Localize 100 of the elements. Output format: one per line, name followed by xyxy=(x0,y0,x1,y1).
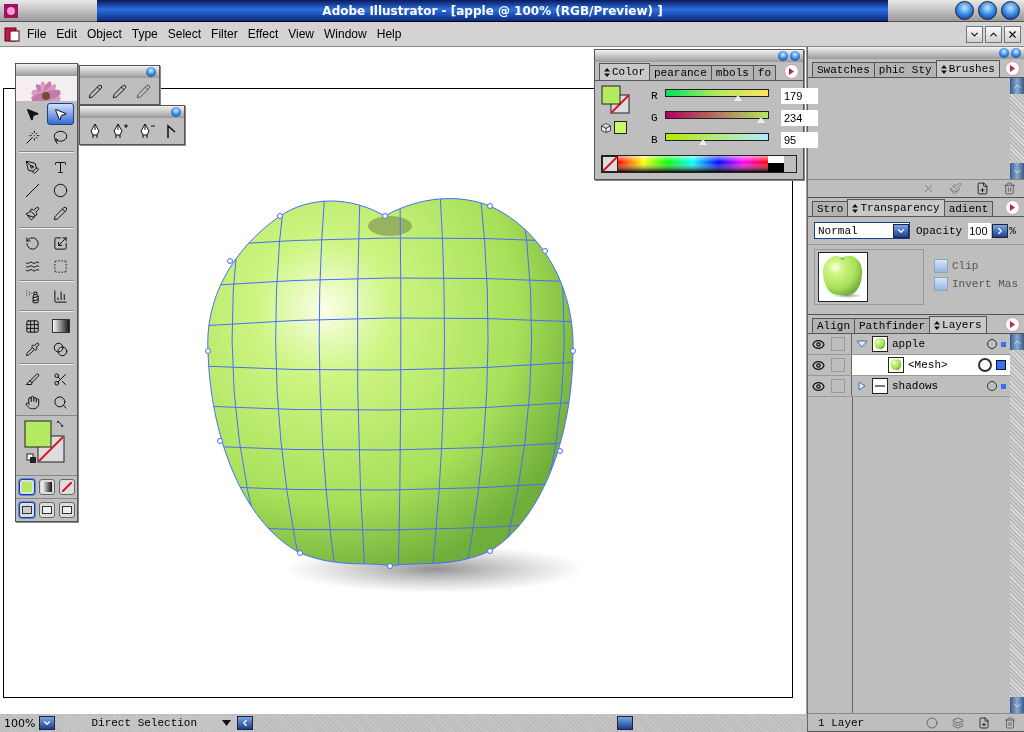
menu-item[interactable]: Select xyxy=(162,25,207,43)
panel-tab[interactable]: phic Sty xyxy=(873,62,937,77)
layer-thumbnail xyxy=(872,378,888,394)
checkbox[interactable] xyxy=(934,259,948,273)
menu-item[interactable]: Help xyxy=(371,25,407,43)
web-safe-swatch[interactable] xyxy=(614,121,627,134)
color-slider[interactable] xyxy=(665,111,769,125)
channel-value-field[interactable]: 179 xyxy=(781,88,818,104)
fill-stroke-swatches[interactable] xyxy=(601,85,631,115)
menu-item[interactable]: Edit xyxy=(51,25,83,43)
channel-value-field[interactable]: 234 xyxy=(781,110,818,126)
layer-row[interactable]: apple xyxy=(808,334,1010,355)
knife-icon xyxy=(25,371,40,387)
lock-toggle[interactable] xyxy=(831,358,845,372)
panel-tab[interactable]: Color xyxy=(599,63,650,80)
panel-title-bar[interactable] xyxy=(595,50,803,62)
menu-item[interactable]: Effect xyxy=(242,25,284,43)
selection-square-icon xyxy=(996,360,1006,370)
channel-label: R xyxy=(651,90,659,102)
panel-tab[interactable]: pearance xyxy=(649,65,712,80)
slider-thumb[interactable] xyxy=(755,117,766,123)
target-circle-icon[interactable] xyxy=(978,358,992,372)
tool-button[interactable] xyxy=(47,103,74,125)
layer-row[interactable]: shadows xyxy=(808,376,1010,397)
screen-mode-button[interactable] xyxy=(38,502,55,518)
lock-toggle[interactable] xyxy=(831,379,845,393)
menu-item[interactable]: Object xyxy=(82,25,127,43)
lock-toggle[interactable] xyxy=(831,337,845,351)
bar-chart-icon xyxy=(53,288,68,304)
zoom-icon xyxy=(53,394,68,410)
panel-menu-button[interactable] xyxy=(1005,60,1020,76)
screen-mode-button[interactable] xyxy=(18,502,35,518)
opacity-field[interactable]: 100 xyxy=(968,222,992,239)
panel-tab[interactable]: adient xyxy=(943,201,994,216)
brush-options-icon xyxy=(949,182,962,195)
menu-item[interactable]: View xyxy=(283,25,320,43)
none-swatch[interactable] xyxy=(602,156,618,172)
menu-item[interactable]: Type xyxy=(126,25,163,43)
expand-triangle-icon[interactable] xyxy=(856,339,868,349)
layer-row[interactable]: <Mesh> xyxy=(808,355,1010,376)
slider-thumb[interactable] xyxy=(732,95,743,101)
selection-square-icon xyxy=(1001,341,1006,347)
maximize-button[interactable] xyxy=(978,1,997,20)
scrollbar[interactable] xyxy=(1010,78,1024,179)
channel-value-field[interactable]: 95 xyxy=(781,132,818,148)
scissors-icon xyxy=(53,371,68,387)
type-icon xyxy=(53,159,68,175)
palette-title-bar[interactable] xyxy=(80,66,159,78)
color-spectrum[interactable] xyxy=(618,156,784,172)
panel-tab[interactable]: mbols xyxy=(710,65,754,80)
checkbox[interactable] xyxy=(934,277,948,291)
gradient-icon xyxy=(51,319,70,333)
dropdown-triangle-icon xyxy=(222,720,232,726)
magic-wand-icon xyxy=(25,129,40,145)
opacity-slider-button[interactable] xyxy=(992,223,1009,238)
panel-tab[interactable]: Align xyxy=(812,318,855,333)
scrollbar[interactable] xyxy=(1010,334,1024,713)
opacity-label: Opacity xyxy=(916,224,963,237)
panel-menu-button[interactable] xyxy=(1005,316,1020,332)
close-button[interactable] xyxy=(1001,1,1020,20)
panel-menu-button[interactable] xyxy=(1005,199,1020,215)
document-icon[interactable] xyxy=(4,26,20,42)
new-layer-icon xyxy=(978,716,990,729)
status-dropdown[interactable]: Direct Selection xyxy=(61,715,238,731)
panel-menu-button[interactable] xyxy=(784,63,799,79)
lasso-icon xyxy=(53,129,68,145)
zoom-level[interactable]: 100% xyxy=(0,716,40,730)
zoom-dropdown-button[interactable] xyxy=(39,716,56,730)
menu-item[interactable]: Filter xyxy=(206,25,243,43)
menu-item[interactable]: File xyxy=(22,25,52,43)
panel-tab[interactable]: fo xyxy=(752,65,777,80)
panel-tab[interactable]: Transparency xyxy=(847,199,945,216)
menu-item[interactable]: Window xyxy=(319,25,372,43)
minimize-button[interactable] xyxy=(955,1,974,20)
restore-document-button[interactable] xyxy=(985,25,1002,43)
target-icon xyxy=(926,716,938,729)
sort-arrows-icon xyxy=(940,64,947,74)
blend-mode-dropdown[interactable]: Normal xyxy=(814,222,910,239)
panel-tab[interactable]: Layers xyxy=(929,316,987,333)
color-slider[interactable] xyxy=(665,133,769,147)
slider-thumb[interactable] xyxy=(698,139,709,145)
play-triangle-icon xyxy=(789,67,794,75)
fill-mode-button[interactable] xyxy=(38,479,55,495)
close-document-button[interactable] xyxy=(1004,25,1021,43)
line-icon xyxy=(25,182,40,198)
fill-mode-button[interactable] xyxy=(18,479,35,495)
pencil-icon xyxy=(87,83,103,99)
panel-tab[interactable]: Swatches xyxy=(812,62,875,77)
app-logo-icon xyxy=(4,3,18,18)
scroll-thumb[interactable] xyxy=(617,716,634,730)
minimize-document-button[interactable] xyxy=(966,25,983,43)
panel-tab[interactable]: Brushes xyxy=(935,60,1000,77)
color-slider[interactable] xyxy=(665,89,769,103)
spray-can-icon xyxy=(25,288,40,304)
expand-triangle-icon[interactable] xyxy=(856,381,868,391)
panel-tab[interactable]: Stro xyxy=(812,201,849,216)
screen-mode-button[interactable] xyxy=(58,502,75,518)
panel-tab[interactable]: Pathfinder xyxy=(854,318,931,333)
play-triangle-icon xyxy=(1010,320,1015,328)
scroll-left-button[interactable] xyxy=(237,716,254,730)
